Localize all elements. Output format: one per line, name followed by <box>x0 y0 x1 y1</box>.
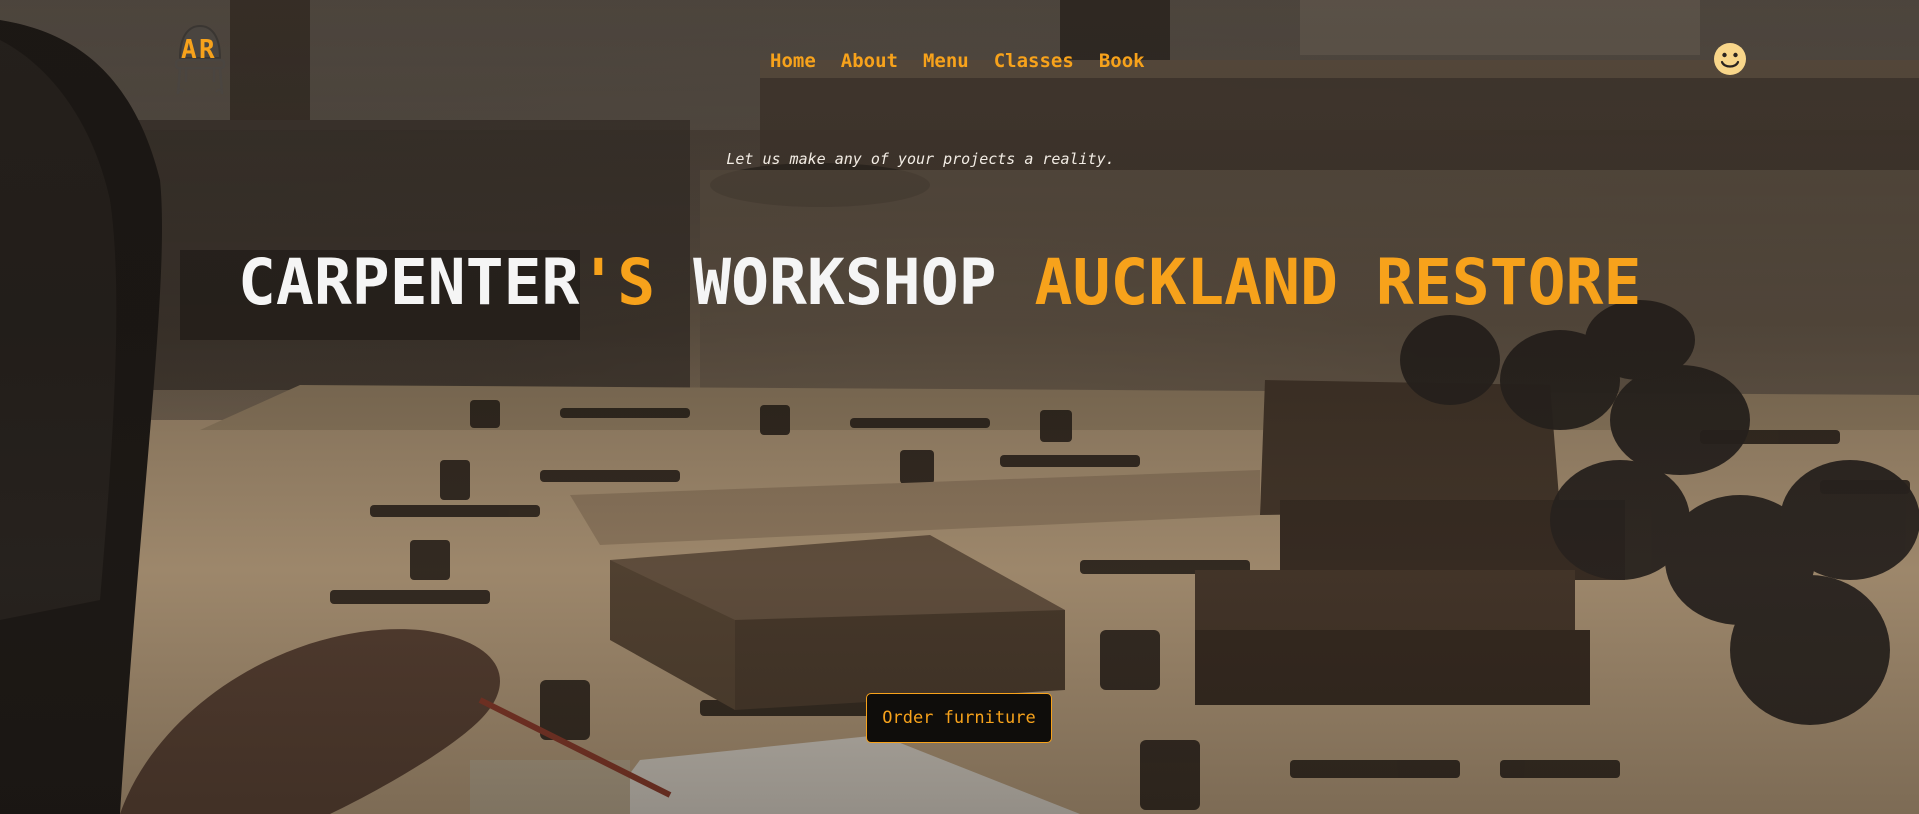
order-furniture-button[interactable]: Order furniture <box>866 693 1052 743</box>
main-nav: Home About Menu Classes Book <box>770 50 1170 72</box>
nav-about[interactable]: About <box>841 50 898 72</box>
smiley-face-icon[interactable] <box>1713 42 1747 76</box>
nav-book[interactable]: Book <box>1099 50 1145 72</box>
nav-classes[interactable]: Classes <box>994 50 1074 72</box>
nav-menu[interactable]: Menu <box>923 50 969 72</box>
chair-ar-logo-icon[interactable]: A R <box>172 20 228 98</box>
hero-headline: CARPENTER'S WORKSHOP AUCKLAND RESTORE <box>238 245 1641 321</box>
hero-tagline: Let us make any of your projects a reali… <box>0 150 1919 168</box>
headline-auckland-restore: AUCKLAND RESTORE <box>1034 246 1642 319</box>
dark-overlay <box>0 0 1919 814</box>
hero-section: A R Home About Menu Classes Book Let us … <box>0 0 1919 814</box>
hero-tagline-text: Let us make any of your projects a reali… <box>726 150 1115 168</box>
headline-workshop: WORKSHOP <box>655 246 1035 319</box>
nav-home[interactable]: Home <box>770 50 816 72</box>
headline-apostrophe-s: 'S <box>579 246 656 319</box>
headline-carpenter: CARPENTER <box>238 246 580 319</box>
